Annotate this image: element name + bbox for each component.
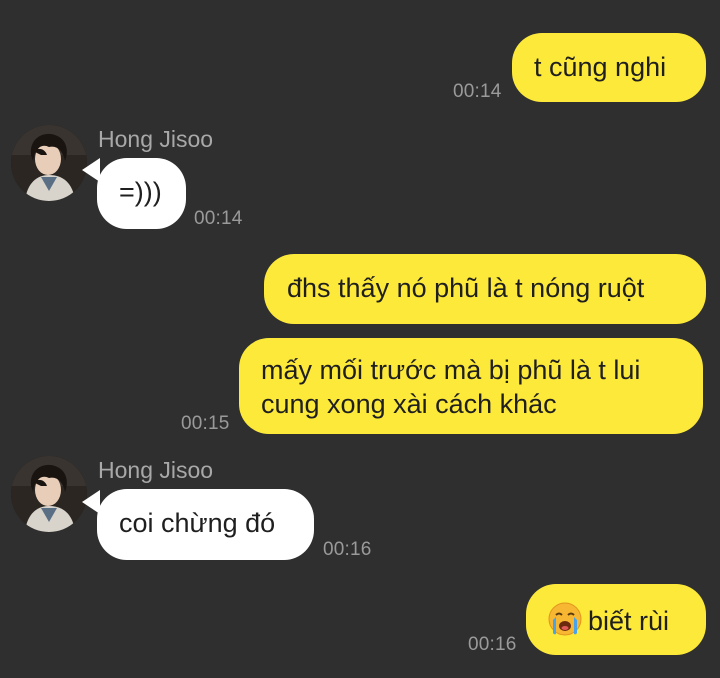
outgoing-message-bubble[interactable]: đhs thấy nó phũ là t nóng ruột bbox=[264, 254, 706, 324]
message-timestamp: 00:15 bbox=[181, 413, 230, 434]
message-timestamp: 00:16 bbox=[323, 539, 372, 560]
incoming-message-bubble[interactable]: =))) bbox=[97, 158, 186, 229]
message-timestamp: 00:14 bbox=[453, 81, 502, 102]
incoming-message-bubble[interactable]: coi chừng đó bbox=[97, 489, 314, 560]
outgoing-message-bubble[interactable]: t cũng nghi bbox=[512, 33, 706, 102]
message-text: đhs thấy nó phũ là t nóng ruột bbox=[287, 273, 645, 303]
avatar-photo bbox=[11, 456, 87, 532]
outgoing-message-bubble[interactable]: mấy mối trước mà bị phũ là t lui cung xo… bbox=[239, 338, 703, 434]
sender-name: Hong Jisoo bbox=[98, 126, 214, 152]
contact-avatar[interactable] bbox=[11, 125, 87, 201]
message-text: t cũng nghi bbox=[534, 52, 667, 82]
message-text-line-1: mấy mối trước mà bị phũ là t lui bbox=[261, 355, 641, 385]
message-text-line-2: cung xong xài cách khác bbox=[261, 389, 557, 419]
loudly-crying-face-icon bbox=[548, 602, 582, 644]
sender-name: Hong Jisoo bbox=[98, 457, 214, 483]
message-timestamp: 00:16 bbox=[468, 634, 517, 655]
message-text: coi chừng đó bbox=[119, 508, 276, 538]
message-timestamp: 00:14 bbox=[194, 208, 243, 229]
message-text: =))) bbox=[119, 177, 162, 207]
outgoing-message-bubble[interactable]: biết rùi bbox=[526, 584, 706, 655]
avatar-photo bbox=[11, 125, 87, 201]
message-text: biết rùi bbox=[588, 606, 670, 636]
contact-avatar[interactable] bbox=[11, 456, 87, 532]
chat-thread: 00:14 t cũng nghi Hong Jisoo =))) 00:14 … bbox=[0, 0, 720, 678]
